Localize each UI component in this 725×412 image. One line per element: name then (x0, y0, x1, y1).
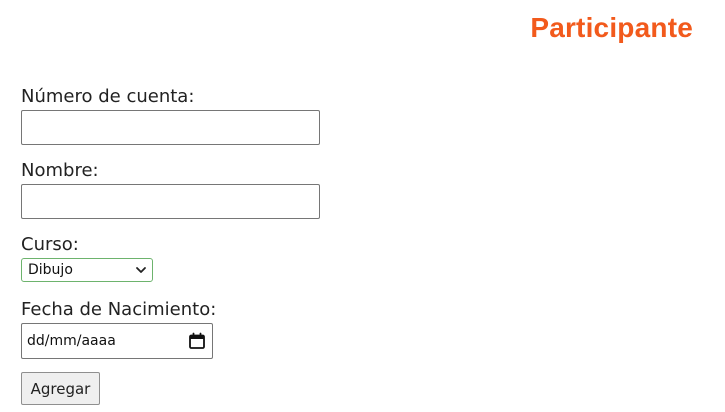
course-select[interactable]: Dibujo (21, 258, 153, 282)
course-selected-value: Dibujo (28, 262, 73, 278)
course-field-group: Curso: Dibujo (21, 234, 320, 282)
page-title: Participante (530, 12, 693, 43)
account-number-input[interactable] (21, 110, 320, 145)
chevron-down-icon (135, 264, 147, 276)
name-label: Nombre: (21, 160, 99, 181)
name-input[interactable] (21, 184, 320, 219)
birth-date-label: Fecha de Nacimiento: (21, 299, 217, 320)
calendar-icon[interactable] (188, 332, 206, 350)
name-field-group: Nombre: (21, 160, 320, 234)
account-number-field-group: Número de cuenta: (21, 86, 320, 160)
course-label: Curso: (21, 234, 79, 255)
birth-date-placeholder: dd/mm/aaaa (27, 333, 116, 349)
account-number-label: Número de cuenta: (21, 86, 195, 107)
birth-date-input[interactable]: dd/mm/aaaa (21, 323, 213, 359)
birth-date-field-group: Fecha de Nacimiento: dd/mm/aaaa (21, 299, 320, 359)
participant-form: Número de cuenta: Nombre: Curso: Dibujo … (21, 86, 320, 405)
add-button[interactable]: Agregar (21, 372, 100, 405)
